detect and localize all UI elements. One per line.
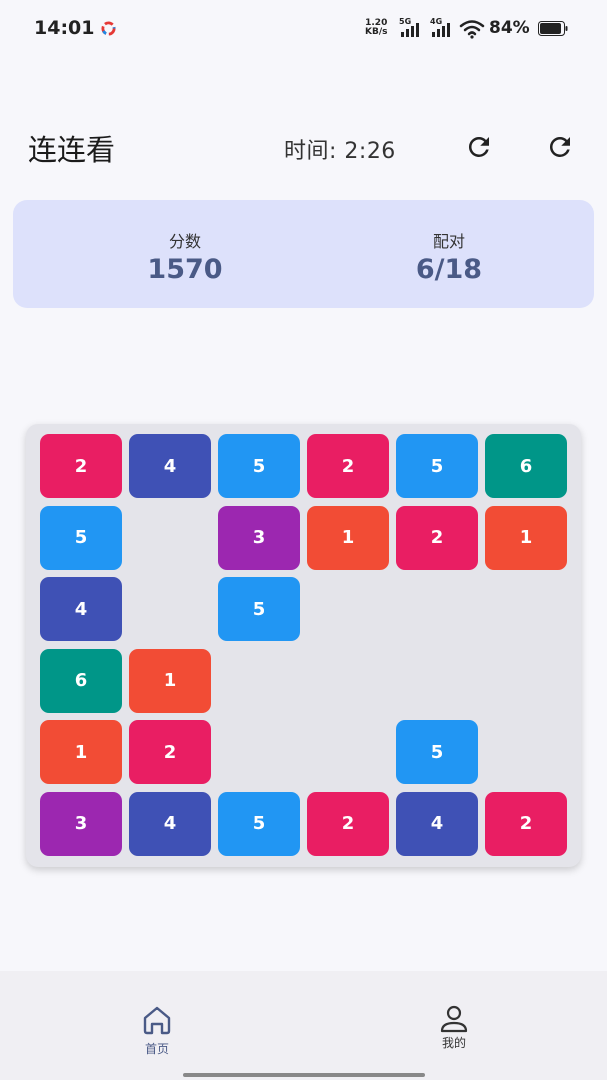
tile[interactable]: 1 [129, 648, 211, 713]
tile[interactable]: 5 [218, 791, 300, 856]
tile[interactable]: 5 [40, 505, 122, 570]
home-icon [143, 1006, 171, 1035]
tile[interactable]: 2 [396, 505, 478, 570]
nav-item-mine[interactable]: 我的 [394, 971, 514, 1071]
battery-percent: 84% [489, 18, 530, 38]
tile[interactable]: 2 [485, 791, 567, 856]
game-timer: 时间: 2:26 [284, 139, 396, 164]
tile[interactable]: 6 [40, 648, 122, 713]
tile[interactable]: 6 [485, 434, 567, 498]
tile[interactable]: 1 [485, 505, 567, 570]
nav-item-home[interactable]: 首页 [97, 971, 217, 1071]
tile[interactable]: 3 [218, 505, 300, 570]
tile[interactable]: 1 [307, 505, 389, 570]
bottom-nav: 首页 我的 [0, 971, 607, 1080]
tile[interactable]: 4 [396, 791, 478, 856]
tile[interactable]: 5 [396, 720, 478, 784]
nav-label-home: 首页 [144, 1042, 169, 1056]
tile[interactable]: 1 [40, 720, 122, 784]
pairs-label: 配对 [432, 232, 465, 251]
network-speed: 1.20 KB/s [365, 18, 388, 37]
user-icon [440, 1005, 468, 1033]
refresh-icon [468, 136, 489, 157]
wifi-icon [459, 20, 485, 39]
restart-button[interactable] [540, 127, 580, 167]
tile[interactable]: 2 [129, 720, 211, 784]
game-board: 245256531214561125345242 [26, 424, 581, 867]
score-label: 分数 [168, 232, 201, 251]
refresh-icon [549, 136, 570, 157]
tile[interactable]: 5 [396, 434, 478, 498]
tile[interactable]: 3 [40, 791, 122, 856]
battery-icon [538, 21, 568, 36]
tile[interactable]: 5 [218, 577, 300, 641]
tile[interactable]: 2 [307, 434, 389, 498]
score-card: 分数 1570 配对 6/18 [13, 200, 594, 308]
home-indicator [183, 1073, 425, 1077]
app-notification-icon [101, 21, 116, 36]
pairs-value: 6/18 [415, 254, 483, 285]
tile[interactable]: 5 [218, 434, 300, 498]
page-title: 连连看 [28, 133, 116, 167]
status-bar: 14:01 1.20 KB/s 5G 4G 84% [0, 0, 607, 58]
score-value: 1570 [147, 254, 223, 285]
tile[interactable]: 2 [307, 791, 389, 856]
tile[interactable]: 2 [40, 434, 122, 498]
tile[interactable]: 4 [129, 434, 211, 498]
tile[interactable]: 4 [40, 577, 122, 641]
tile[interactable]: 4 [129, 791, 211, 856]
status-time: 14:01 [34, 17, 95, 39]
nav-label-mine: 我的 [441, 1036, 466, 1050]
shuffle-button[interactable] [459, 127, 499, 167]
